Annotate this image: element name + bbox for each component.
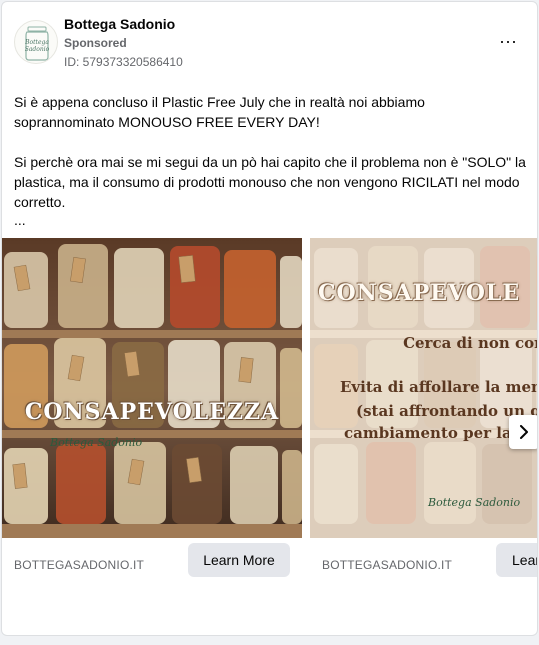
carousel-card-2[interactable]: CONSAPEVOLE Cerca di non correre Evita d… [310, 238, 538, 598]
avatar-text-1: Bottega [24, 39, 49, 46]
carousel-footer-1: BOTTEGASADONIO.IT Learn More [2, 538, 302, 586]
overlay-title-2: CONSAPEVOLE [318, 280, 521, 306]
ad-carousel: CONSAPEVOLEZZA Bottega Sadonio BOTTEGASA… [2, 238, 538, 598]
slide-text-line-1: Cerca di non correre [403, 334, 537, 352]
carousel-footer-2: BOTTEGASADONIO.IT Lear [310, 538, 537, 586]
slide-text-line-2: Evita di affollare la men [340, 378, 538, 396]
carousel-card-1[interactable]: CONSAPEVOLEZZA Bottega Sadonio BOTTEGASA… [2, 238, 302, 598]
post-header: Bottega Sadonio Bottega Sadonio Sponsore… [2, 2, 537, 82]
learn-more-button[interactable]: Lear [496, 543, 537, 577]
brand-watermark-2: Bottega Sadonio [428, 496, 521, 509]
carousel-image-1[interactable]: CONSAPEVOLEZZA Bottega Sadonio [2, 238, 302, 538]
ad-id: ID: 579373320586410 [64, 55, 183, 69]
sponsored-label: Sponsored [64, 36, 127, 50]
post-paragraph-1: Si è appena concluso il Plastic Free Jul… [14, 94, 425, 130]
more-options-button[interactable]: ··· [492, 30, 524, 54]
page-name[interactable]: Bottega Sadonio [64, 16, 175, 32]
chevron-right-icon [520, 425, 528, 439]
domain-label: BOTTEGASADONIO.IT [14, 558, 145, 572]
carousel-next-button[interactable] [509, 415, 537, 449]
jar-logo-icon: Bottega Sadonio [24, 26, 50, 61]
avatar-text-2: Sadonio [25, 46, 50, 53]
post-paragraph-2: Si perchè ora mai se mi segui da un pò h… [14, 154, 526, 210]
see-more-link[interactable]: ... [14, 212, 26, 228]
carousel-image-2[interactable]: CONSAPEVOLE Cerca di non correre Evita d… [310, 238, 538, 538]
domain-label: BOTTEGASADONIO.IT [322, 558, 453, 572]
overlay-title-1: CONSAPEVOLEZZA [24, 399, 280, 425]
avatar[interactable]: Bottega Sadonio [14, 20, 58, 64]
ad-post-card: Bottega Sadonio Bottega Sadonio Sponsore… [1, 1, 538, 636]
post-body: Si è appena concluso il Plastic Free Jul… [14, 92, 529, 212]
brand-watermark-1: Bottega Sadonio [50, 436, 143, 449]
learn-more-button[interactable]: Learn More [188, 543, 290, 577]
